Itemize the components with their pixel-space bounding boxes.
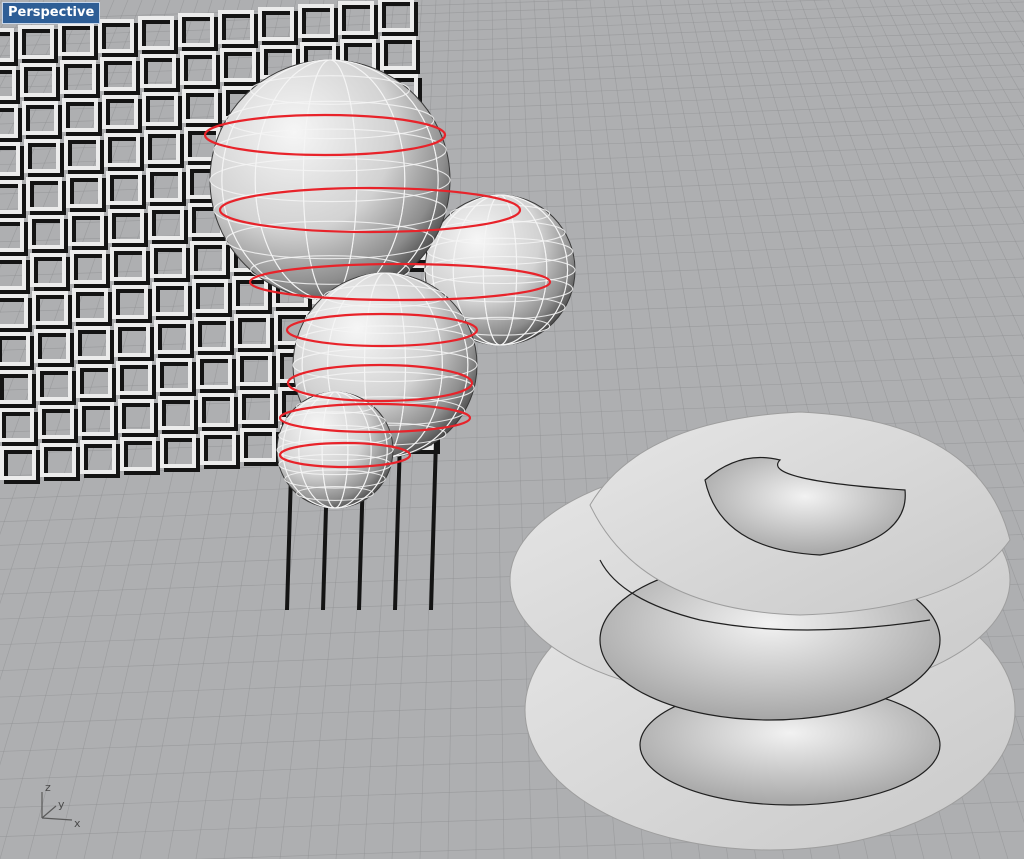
viewport-title-tab[interactable]: Perspective [2,2,101,24]
geodesic-sphere [276,391,394,509]
y-axis-label: y [58,798,65,811]
scene-canvas[interactable]: z y x [0,0,1024,859]
z-axis-label: z [45,781,51,794]
perspective-viewport[interactable]: z y x Perspective [0,0,1024,859]
x-axis-label: x [74,817,81,830]
